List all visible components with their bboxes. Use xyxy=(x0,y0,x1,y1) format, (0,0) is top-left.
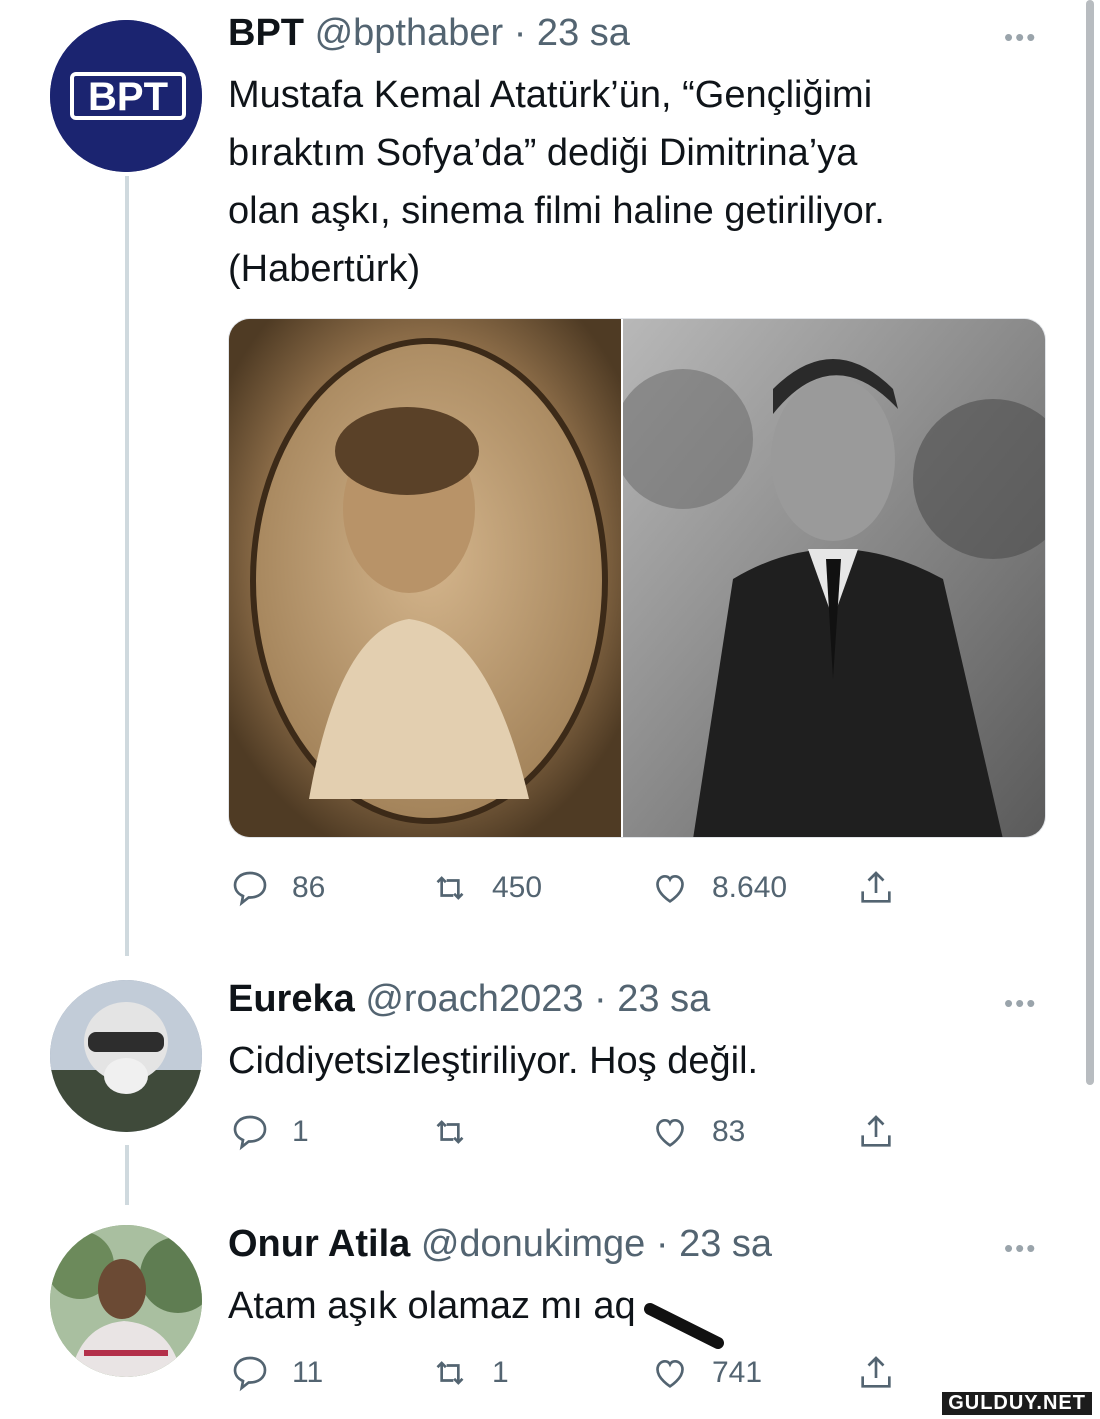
share-button[interactable] xyxy=(856,1351,896,1395)
like-button[interactable]: 83 xyxy=(650,1110,745,1154)
display-name[interactable]: Eureka xyxy=(228,978,355,1020)
photo-dimitrina[interactable] xyxy=(229,319,621,837)
retweet-button[interactable] xyxy=(430,1110,492,1154)
timestamp[interactable]: · 23 sa xyxy=(594,978,710,1020)
more-icon[interactable]: ••• xyxy=(1004,22,1037,53)
avatar[interactable] xyxy=(50,1225,202,1377)
tweet-text-line: (Habertürk) xyxy=(228,248,421,290)
share-button[interactable] xyxy=(856,866,896,910)
reply-button[interactable]: 1 xyxy=(230,1110,309,1154)
reply-icon xyxy=(233,871,267,907)
like-count: 741 xyxy=(712,1356,763,1389)
like-button[interactable]: 8.640 xyxy=(650,866,787,910)
tweet-text: Ciddiyetsizleştiriliyor. Hoş değil. xyxy=(228,1032,758,1090)
tweet-text-line: Atam aşık olamaz mı aq xyxy=(228,1285,636,1327)
reply-button[interactable]: 11 xyxy=(230,1351,323,1395)
share-icon xyxy=(861,1115,891,1147)
like-icon xyxy=(656,1359,684,1388)
reply-icon xyxy=(233,1115,267,1151)
retweet-icon xyxy=(436,1361,464,1385)
tweet-text: Atam aşık olamaz mı aq xyxy=(228,1277,636,1335)
user-handle[interactable]: @donukimge xyxy=(421,1223,645,1265)
tweet-actions: 11 1 741 xyxy=(230,1351,910,1395)
tweet-eureka[interactable]: Eureka @roach2023 · 23 sa ••• Ciddiyetsi… xyxy=(0,960,1085,1210)
like-icon xyxy=(656,1118,684,1147)
bpt-logo-icon: BPT xyxy=(50,20,202,172)
avatar[interactable]: BPT xyxy=(50,20,202,172)
scribble-overlay xyxy=(644,1303,724,1349)
like-count: 8.640 xyxy=(712,871,788,904)
watermark: GULDUY.NET xyxy=(942,1392,1092,1415)
reply-button[interactable]: 86 xyxy=(230,866,325,910)
avatar-person-icon xyxy=(50,1225,202,1377)
reply-icon xyxy=(233,1356,267,1392)
user-handle[interactable]: @roach2023 xyxy=(365,978,583,1020)
display-name[interactable]: BPT xyxy=(228,12,304,54)
display-name[interactable]: Onur Atila xyxy=(228,1223,410,1265)
reply-count: 11 xyxy=(292,1356,324,1389)
tweet-header: BPT @bpthaber · 23 sa xyxy=(228,12,630,55)
tweet-media[interactable] xyxy=(228,318,1046,838)
scrollbar[interactable] xyxy=(1086,0,1094,1085)
tweet-text-line: Ciddiyetsizleştiriliyor. Hoş değil. xyxy=(228,1040,759,1082)
tweet-header: Onur Atila @donukimge · 23 sa xyxy=(228,1223,772,1266)
tweet-text-line: bıraktım Sofya’da” dediği Dimitrina’ya xyxy=(228,132,858,174)
share-icon xyxy=(861,1356,891,1388)
like-count: 83 xyxy=(712,1115,746,1148)
tweet-actions: 86 450 8.640 xyxy=(230,866,910,910)
timestamp[interactable]: · 23 sa xyxy=(656,1223,772,1265)
tweet-text: Mustafa Kemal Atatürk’ün, “Gençliğimi bı… xyxy=(228,66,885,298)
tweet-text-line: Mustafa Kemal Atatürk’ün, “Gençliğimi xyxy=(228,74,873,116)
retweet-button[interactable]: 1 xyxy=(430,1351,509,1395)
retweet-icon xyxy=(436,1120,464,1144)
share-button[interactable] xyxy=(856,1110,896,1154)
tweet-actions: 1 83 xyxy=(230,1110,910,1154)
retweet-icon xyxy=(436,876,464,900)
user-handle[interactable]: @bpthaber xyxy=(315,12,504,54)
retweet-count: 1 xyxy=(492,1356,509,1389)
retweet-count: 450 xyxy=(492,871,543,904)
avatar-masked-person-icon xyxy=(50,980,202,1132)
tweet-bpt[interactable]: BPT BPT @bpthaber · 23 sa ••• Mustafa Ke… xyxy=(0,0,1085,960)
tweet-header: Eureka @roach2023 · 23 sa xyxy=(228,978,710,1021)
reply-count: 1 xyxy=(292,1115,309,1148)
timestamp[interactable]: · 23 sa xyxy=(514,12,630,54)
photo-ataturk[interactable] xyxy=(613,319,1045,837)
svg-text:BPT: BPT xyxy=(88,75,168,119)
tweet-text-line: olan aşkı, sinema filmi haline getiriliy… xyxy=(228,190,885,232)
avatar[interactable] xyxy=(50,980,202,1132)
retweet-button[interactable]: 450 xyxy=(430,866,542,910)
more-icon[interactable]: ••• xyxy=(1004,1233,1037,1264)
tweet-onur-atila[interactable]: Onur Atila @donukimge · 23 sa ••• Atam a… xyxy=(0,1205,1085,1419)
like-icon xyxy=(656,874,684,903)
share-icon xyxy=(861,871,891,903)
reply-count: 86 xyxy=(292,871,326,904)
like-button[interactable]: 741 xyxy=(650,1351,762,1395)
more-icon[interactable]: ••• xyxy=(1004,988,1037,1019)
